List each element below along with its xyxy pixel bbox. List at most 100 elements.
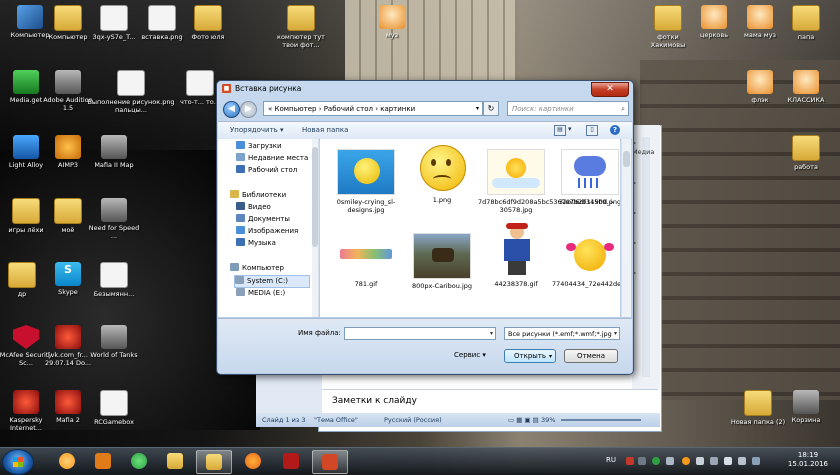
desktop-icon[interactable]: RCGamebox [86,390,142,426]
folder-icon [54,198,82,224]
light-alloy-icon [13,135,39,159]
close-button[interactable]: ✕ [591,82,629,97]
desktop-icon[interactable]: World of Tanks [86,325,142,359]
address-bar[interactable]: « Компьютер › Рабочий стол › картинки ▾ [263,101,483,116]
file-item[interactable]: 77404434_72e442de45e66b726049a94fbc14e1d… [552,233,620,288]
file-item[interactable]: 1.png [404,143,480,204]
desktop-icon[interactable]: муз [364,5,420,39]
preview-pane-icon[interactable]: ▯ [586,125,598,136]
file-item[interactable]: 781.gif [328,233,404,288]
tools-menu[interactable]: Сервис ▾ [454,351,486,359]
file-item[interactable]: 800px-Caribou.jpg [404,233,480,290]
back-button[interactable]: ◀ [223,101,240,118]
network-icon[interactable] [696,457,704,465]
desktop-icon[interactable]: Фото юля [180,5,236,41]
cancel-button[interactable]: Отмена [564,349,618,363]
nav-item-system-c[interactable]: System (C:) [234,275,310,288]
nav-item-media-e[interactable]: MEDIA (E:) [236,288,285,299]
aimp-tray-icon[interactable] [682,457,690,465]
desktop-icon[interactable]: Корзина [778,390,834,424]
taskbar-app-mediaget[interactable] [122,450,156,472]
file-type-select[interactable]: Все рисунки (*.emf;*.wmf;*.jpg ▾ [504,327,620,340]
chevron-down-icon[interactable]: ▾ [476,102,479,115]
folder-icon [8,262,36,288]
clock[interactable]: 18:19 15.01.2016 [788,451,828,469]
taskbar-app-media-player[interactable] [86,450,120,472]
caribou-thumbnail [413,233,471,279]
search-input[interactable]: Поиск: картинки ⌕ [507,101,629,116]
headphones-icon [747,70,773,94]
mediaget-tray-icon[interactable] [652,457,660,465]
tray-icon[interactable] [752,457,760,465]
nav-item-music[interactable]: Музыка [236,238,276,249]
tray-icon[interactable] [638,457,646,465]
folder-icon [206,454,222,470]
nav-item-documents[interactable]: Документы [236,214,290,225]
taskbar-app-firefox[interactable] [236,450,270,472]
nav-item-desktop[interactable]: Рабочий стол [236,165,297,176]
nav-item-libraries[interactable]: Библиотеки [230,190,286,201]
app-icon: ■ [222,84,231,93]
nav-item-recent[interactable]: Недавние места [236,153,308,164]
play-icon [95,453,111,469]
headphones-icon [379,5,405,29]
view-options-icon[interactable]: ▤ [554,125,566,136]
desktop-icon[interactable]: компютер тут твои фот... [272,5,330,49]
organize-button[interactable]: Упорядочить ▾ [230,126,284,134]
desktop-icon[interactable]: Выполнение рисунок.png пальцы... [86,70,176,114]
file-item[interactable]: 7d78bc6df9d208a5bc5367e7b2b1190d_i-30578… [478,149,614,214]
folder-icon [792,5,820,31]
drive-icon [236,288,245,296]
nav-item-computer[interactable]: Компьютер [230,263,284,274]
text-art-thumbnail [338,233,394,277]
skype-icon: S [55,262,81,286]
image-file-icon [148,5,176,31]
language-indicator[interactable]: RU [606,456,616,464]
desktop-icon[interactable]: что-т... то... [180,70,220,106]
file-item[interactable]: 0smiley-crying_sl-designs.jpg [328,149,404,214]
desktop-icon[interactable]: Mafia II Map [86,135,142,169]
open-button[interactable]: Открыть ▾ [504,349,556,363]
start-button[interactable] [2,449,34,475]
file-item[interactable]: 44238378.gif [478,223,554,288]
desktop-icon[interactable]: папа [778,5,834,41]
nav-item-downloads[interactable]: Загрузки [236,141,282,152]
tray-icon[interactable] [666,457,674,465]
chevron-down-icon[interactable]: ▾ [549,350,552,363]
firefox-icon [245,453,261,469]
desktop-icon[interactable]: Need for Speed ... [86,198,142,240]
rcgamebox-icon [100,390,128,416]
sad-smiley-thumbnail [414,143,470,193]
dialog-titlebar[interactable]: ■ Вставка рисунка ✕ [217,81,633,97]
refresh-button[interactable]: ↻ [483,101,499,116]
zoom-slider[interactable] [561,419,641,421]
file-name-input[interactable]: ▾ [344,327,496,340]
taskbar-app-aimp[interactable] [50,450,84,472]
navigation-bar: ◀ ▶ « Компьютер › Рабочий стол › картинк… [221,100,629,118]
help-icon[interactable]: ? [610,125,620,135]
file-item[interactable]: 32b06df345b9.png [552,149,620,206]
battery-icon[interactable] [738,457,746,465]
new-folder-button[interactable]: Новая папка [302,126,348,134]
nav-item-pictures[interactable]: Изображения [236,226,298,237]
desktop-icon[interactable]: работа [778,135,834,171]
taskbar-app-powerpoint[interactable] [312,450,348,474]
volume-icon[interactable] [724,457,732,465]
chevron-down-icon[interactable]: ▾ [568,125,572,133]
antivirus-tray-icon[interactable] [626,457,634,465]
taskbar-app-mafia[interactable] [274,450,308,472]
taskbar-app-folder[interactable] [196,450,232,474]
view-buttons[interactable]: ▭ ▦ ▣ ▤ [508,413,539,427]
sun-thumbnail [487,149,545,195]
chevron-down-icon[interactable]: ▾ [490,330,493,337]
taskbar-app-explorer[interactable] [158,450,192,472]
nav-pane-scrollbar[interactable] [312,139,318,317]
slide-notes[interactable]: Заметки к слайду [322,389,658,411]
forward-button[interactable]: ▶ [240,101,257,118]
file-list-scrollbar[interactable] [621,139,631,317]
desktop-icon[interactable]: КЛАССИКА [778,70,834,104]
flag-icon[interactable] [710,457,718,465]
headphones-icon [701,5,727,29]
desktop-icon[interactable]: Безымянн... [86,262,142,298]
nav-item-video[interactable]: Видео [236,202,271,213]
